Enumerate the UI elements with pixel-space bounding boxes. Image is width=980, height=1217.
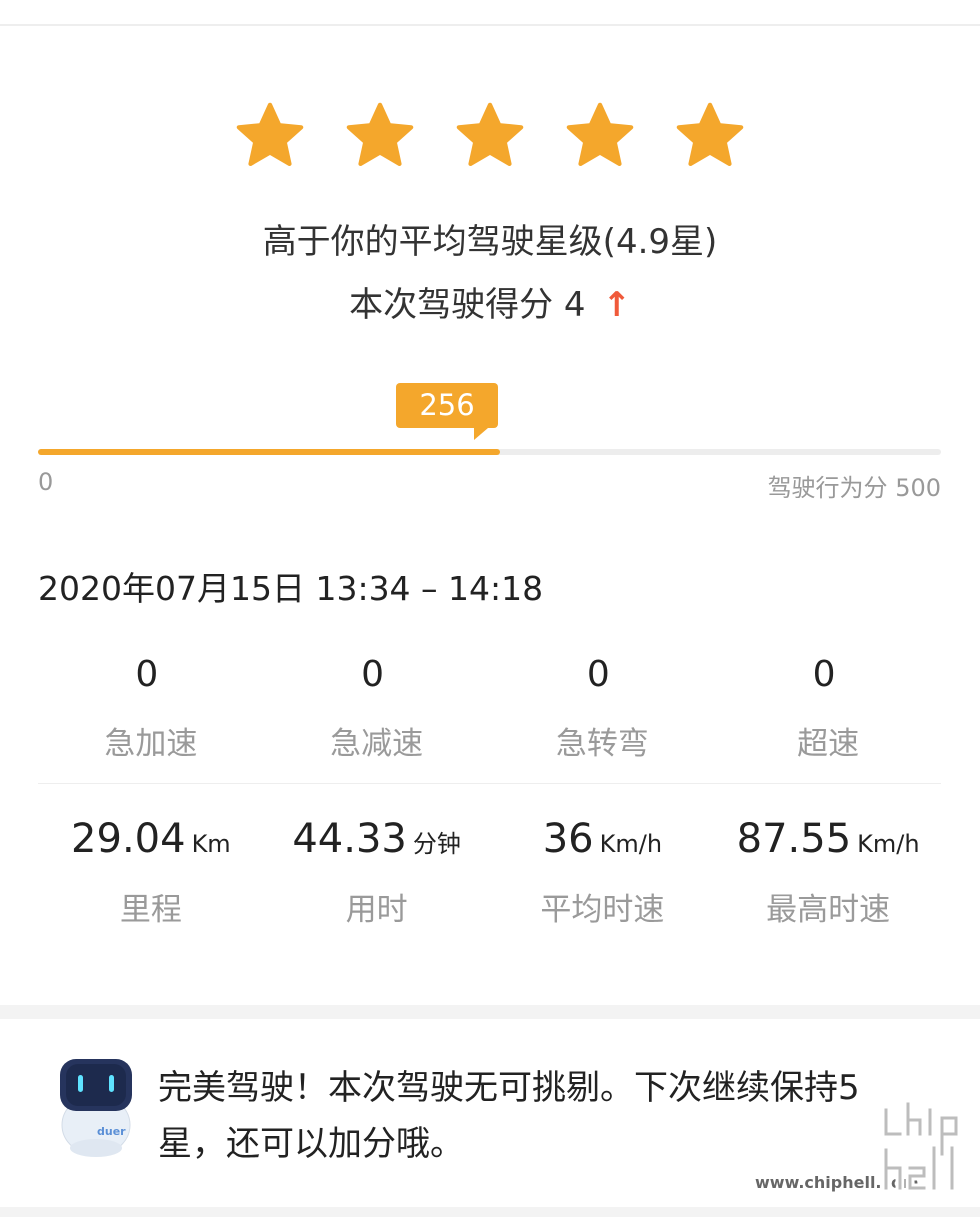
score-line: 本次驾驶得分 4 ↑ (0, 277, 980, 326)
stat-number: 29.04 (71, 816, 186, 862)
event-label: 急减速 (330, 726, 424, 762)
scale-max-label: 驾驶行为分 500 (767, 474, 941, 502)
behavior-score-bubble: 256 (396, 383, 498, 428)
score-label: 本次驾驶得分 (349, 285, 554, 325)
stat-unit: Km/h (599, 830, 663, 858)
event-hard-acceleration: 0 急加速 (38, 650, 264, 763)
star-icon (564, 100, 636, 172)
stat-label: 最高时速 (766, 892, 891, 928)
event-speeding: 0 超速 (715, 650, 941, 763)
behavior-score-bar (38, 449, 941, 455)
stat-number: 36 (542, 816, 594, 862)
duer-robot-icon: duer (56, 1055, 136, 1159)
event-count: 0 (361, 654, 385, 695)
star-rating (0, 100, 980, 172)
stat-max-speed: 87.55 Km/h 最高时速 (715, 816, 941, 929)
stat-unit: 分钟 (412, 830, 461, 858)
stat-unit: Km (191, 830, 231, 858)
section-gap (0, 1005, 980, 1019)
stat-value: 36 Km/h (490, 816, 716, 872)
star-icon (454, 100, 526, 172)
stat-number: 44.33 (292, 816, 407, 862)
event-label: 急加速 (104, 726, 198, 762)
trip-date-range: 2020年07月15日 13:34 – 14:18 (38, 569, 544, 608)
stat-average-speed: 36 Km/h 平均时速 (490, 816, 716, 929)
watermark: www.chiphell.com (755, 1100, 970, 1200)
event-sharp-turn: 0 急转弯 (490, 650, 716, 763)
stat-unit: Km/h (857, 830, 920, 858)
stat-label: 里程 (119, 892, 182, 928)
event-hard-braking: 0 急减速 (264, 650, 490, 763)
chiphell-logo-icon (880, 1100, 970, 1196)
score-value: 4 (563, 285, 586, 325)
stat-value: 87.55 Km/h (715, 816, 941, 872)
stat-label: 平均时速 (540, 892, 665, 928)
driving-events: 0 急加速 0 急减速 0 急转弯 0 超速 (38, 650, 941, 763)
event-count: 0 (135, 654, 159, 695)
arrow-up-icon: ↑ (602, 285, 631, 325)
scale-min-label: 0 (38, 468, 54, 496)
stat-number: 87.55 (736, 816, 852, 862)
top-divider (0, 24, 980, 26)
stat-value: 29.04 Km (38, 816, 264, 872)
svg-text:duer: duer (97, 1125, 126, 1138)
rating-summary: 高于你的平均驾驶星级(4.9星) (262, 222, 718, 262)
stat-label: 用时 (345, 892, 408, 928)
bubble-tail (474, 428, 488, 440)
stat-value: 44.33 分钟 (264, 816, 490, 872)
trip-stats: 29.04 Km 里程 44.33 分钟 用时 36 Km/h 平均时速 87.55 K… (38, 816, 941, 929)
star-icon (674, 100, 746, 172)
event-count: 0 (586, 654, 610, 695)
bottom-gap (0, 1207, 980, 1217)
stat-distance: 29.04 Km 里程 (38, 816, 264, 929)
star-icon (234, 100, 306, 172)
event-label: 超速 (797, 726, 860, 762)
behavior-score-fill (38, 449, 501, 455)
star-icon (344, 100, 416, 172)
stat-duration: 44.33 分钟 用时 (264, 816, 490, 929)
event-label: 急转弯 (555, 726, 649, 762)
stats-divider (38, 783, 941, 784)
event-count: 0 (812, 654, 836, 695)
